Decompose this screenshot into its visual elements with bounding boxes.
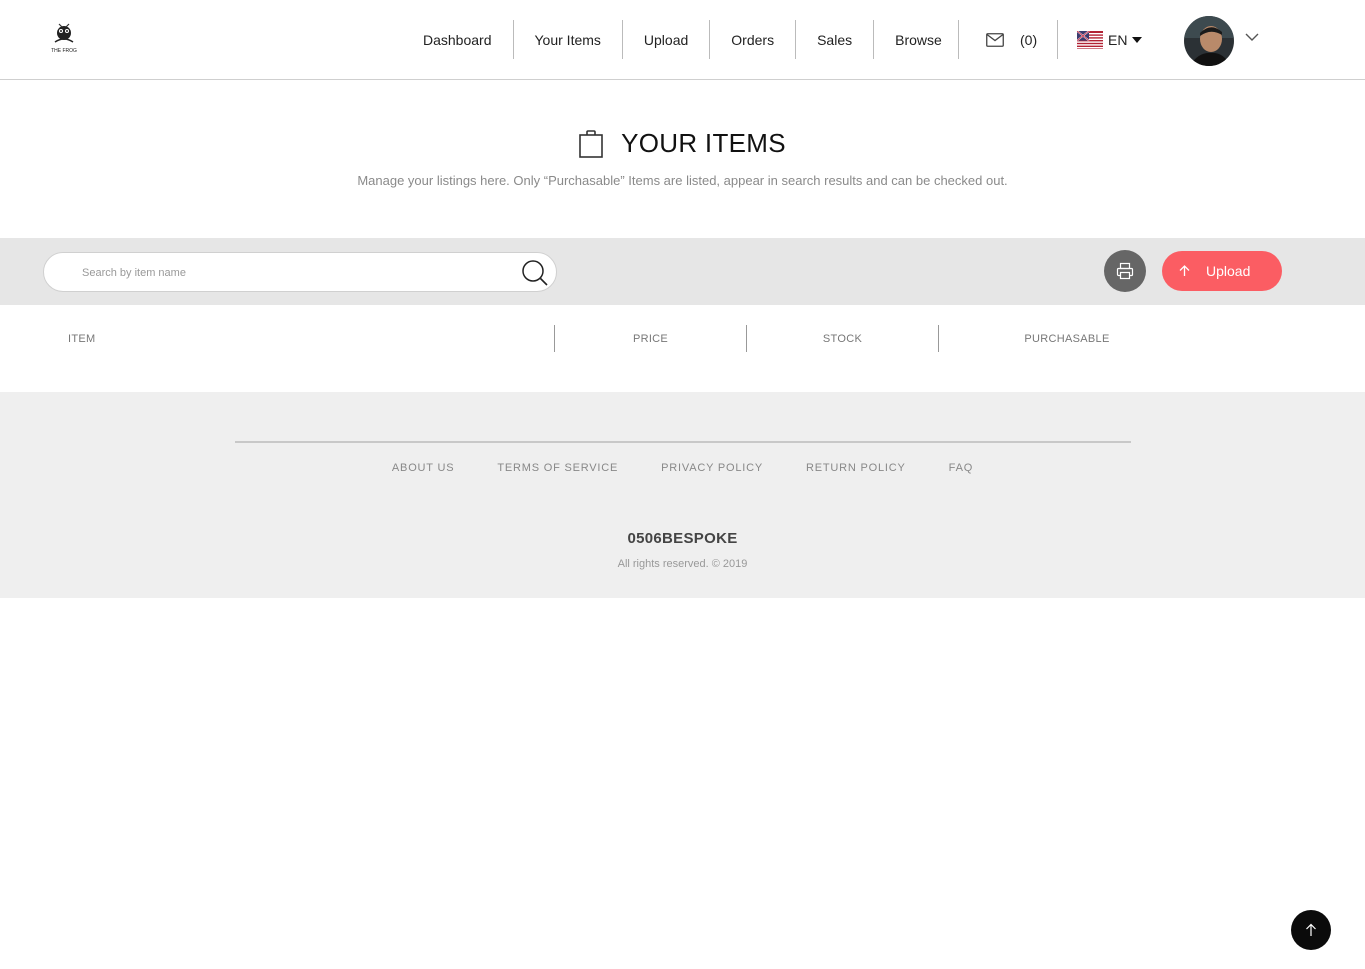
column-header-purchasable[interactable]: PURCHASABLE <box>939 325 1195 352</box>
search-input[interactable] <box>82 263 502 283</box>
page-title: YOUR ITEMS <box>621 128 786 158</box>
nav-your-items[interactable]: Your Items <box>514 20 623 59</box>
footer-link-about-us[interactable]: ABOUT US <box>392 462 454 474</box>
page-subtitle: Manage your listings here. Only “Purchas… <box>357 173 1008 188</box>
arrow-up-icon <box>1306 923 1316 936</box>
footer-divider <box>235 441 1131 443</box>
top-navbar: THE FROG Dashboard Your Items Upload Ord… <box>0 0 1365 80</box>
nav-orders[interactable]: Orders <box>710 20 797 59</box>
footer-link-privacy-policy[interactable]: PRIVACY POLICY <box>661 462 763 474</box>
items-table-header: ITEM PRICE STOCK PURCHASABLE <box>0 325 1365 352</box>
search-box <box>43 252 557 292</box>
envelope-icon <box>986 32 1004 47</box>
frog-logo-icon <box>54 23 74 43</box>
caret-down-icon <box>1132 37 1143 43</box>
footer-link-faq[interactable]: FAQ <box>949 462 973 474</box>
nav-sales[interactable]: Sales <box>796 20 875 59</box>
items-toolbar: Upload <box>0 238 1365 305</box>
language-selector[interactable]: EN <box>1077 29 1143 51</box>
language-label: EN <box>1108 32 1128 48</box>
page-title-row: YOUR ITEMS <box>0 128 1365 159</box>
logo-text: THE FROG <box>51 48 77 54</box>
column-header-item[interactable]: ITEM <box>68 325 95 352</box>
logo[interactable]: THE FROG <box>50 20 78 56</box>
search-icon[interactable] <box>521 259 549 287</box>
shopping-bag-icon <box>579 129 603 158</box>
main-nav: Dashboard Your Items Upload Orders Sales… <box>402 20 963 59</box>
nav-upload[interactable]: Upload <box>623 20 711 59</box>
avatar[interactable] <box>1184 16 1234 66</box>
user-avatar-image <box>1184 16 1234 66</box>
upload-button-label: Upload <box>1206 263 1251 279</box>
footer-links: ABOUT US TERMS OF SERVICE PRIVACY POLICY… <box>0 462 1365 474</box>
column-header-price[interactable]: PRICE <box>555 325 746 352</box>
chevron-down-icon[interactable] <box>1245 33 1259 42</box>
nav-dashboard[interactable]: Dashboard <box>402 20 514 59</box>
footer-brand: 0506BESPOKE <box>627 530 738 547</box>
footer-link-return-policy[interactable]: RETURN POLICY <box>806 462 906 474</box>
us-flag-icon <box>1077 31 1103 49</box>
column-header-stock[interactable]: STOCK <box>747 325 938 352</box>
upload-button[interactable]: Upload <box>1162 251 1282 291</box>
print-button[interactable] <box>1104 250 1146 292</box>
arrow-up-icon <box>1179 265 1190 276</box>
messages-button[interactable]: (0) <box>958 20 1058 59</box>
footer-copyright: All rights reserved. © 2019 <box>617 558 748 570</box>
footer-link-terms-of-service[interactable]: TERMS OF SERVICE <box>497 462 618 474</box>
back-to-top-button[interactable] <box>1291 910 1331 950</box>
site-footer: ABOUT US TERMS OF SERVICE PRIVACY POLICY… <box>0 392 1365 598</box>
messages-count: (0) <box>1020 31 1038 48</box>
print-icon <box>1116 262 1134 280</box>
nav-browse[interactable]: Browse <box>874 20 963 59</box>
